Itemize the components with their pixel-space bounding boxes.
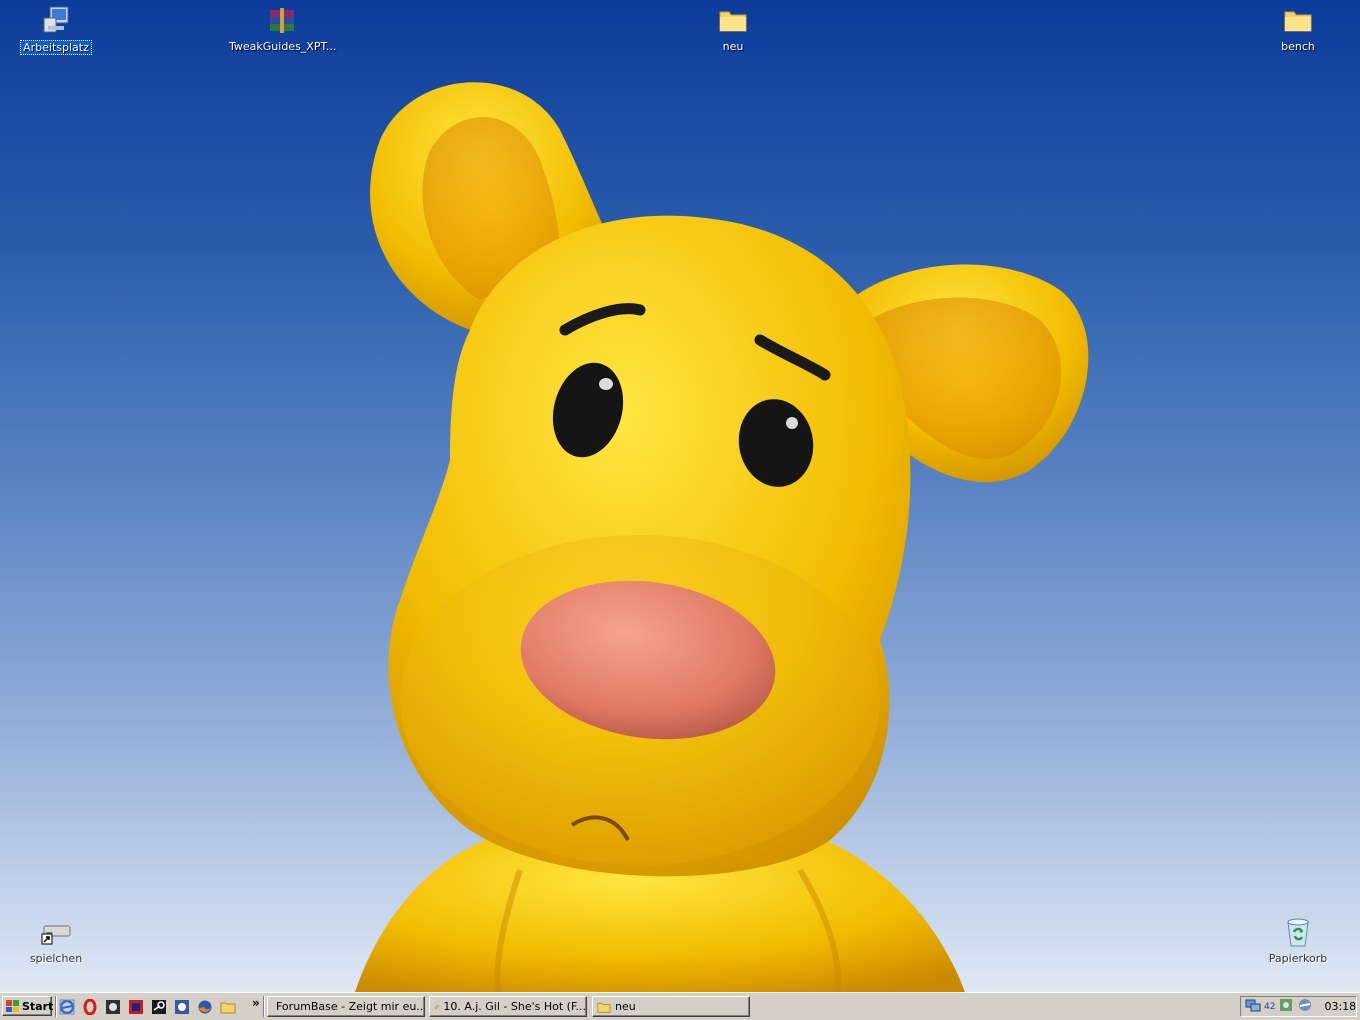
start-button[interactable]: Start [2, 996, 54, 1016]
media-player-icon [434, 1004, 439, 1009]
volume-icon[interactable] [1297, 997, 1313, 1016]
task-button-media-player[interactable]: 10. A.j. Gil - She's Hot (F... [429, 996, 587, 1017]
firefox-icon[interactable] [196, 998, 214, 1016]
folder-icon [1284, 11, 1312, 32]
windows-logo-icon [6, 1000, 19, 1012]
internet-explorer-icon[interactable] [58, 998, 76, 1016]
system-tray: 42 03:18 [1240, 996, 1357, 1017]
winrar-archive-icon [270, 8, 294, 33]
desktop-icon-neu[interactable]: neu [678, 4, 788, 53]
icon-label: bench [1281, 40, 1315, 53]
start-label: Start [22, 999, 54, 1013]
icon-label: TweakGuides_XPT... [229, 40, 337, 53]
opera-icon[interactable] [81, 998, 99, 1016]
taskbar-separator [263, 996, 265, 1017]
desktop-icon-papierkorb[interactable]: Papierkorb [1243, 916, 1353, 965]
taskbar-separator [55, 996, 57, 1017]
driver-icon[interactable] [1278, 997, 1294, 1016]
desktop-icon-tweakguides[interactable]: TweakGuides_XPT... [227, 4, 337, 53]
app-icon[interactable] [104, 998, 122, 1016]
counter-icon[interactable]: 42 [1264, 1002, 1275, 1012]
folder-icon [719, 11, 747, 32]
desktop[interactable]: Arbeitsplatz TweakGuides_XPT... neu benc… [0, 0, 1360, 992]
icon-label: Papierkorb [1268, 952, 1328, 965]
task-button-forumbase[interactable]: ForumBase - Zeigt mir eu... [267, 996, 425, 1017]
folder-icon[interactable] [219, 998, 237, 1016]
recycle-bin-icon [1287, 918, 1309, 947]
quick-launch-more[interactable]: » [252, 996, 260, 1010]
network-icon[interactable] [1245, 997, 1261, 1016]
task-label: ForumBase - Zeigt mir eu... [276, 1000, 425, 1013]
game-icon[interactable] [127, 998, 145, 1016]
steam-icon[interactable] [150, 998, 168, 1016]
clock[interactable]: 03:18 [1324, 1000, 1356, 1013]
task-button-neu[interactable]: neu [592, 996, 750, 1017]
task-label: 10. A.j. Gil - She's Hot (F... [443, 1000, 586, 1013]
quick-launch-bar [58, 997, 237, 1017]
taskbar: Start » ForumBase - Zeigt mir eu... 10. … [0, 992, 1360, 1020]
help-icon[interactable] [173, 998, 191, 1016]
my-computer-icon [43, 6, 69, 33]
desktop-icon-spielchen[interactable]: spielchen [1, 916, 111, 965]
desktop-icon-bench[interactable]: bench [1243, 4, 1353, 53]
icon-label: Arbeitsplatz [20, 40, 92, 55]
task-label: neu [615, 1000, 636, 1013]
folder-icon [597, 1002, 611, 1013]
desktop-icon-arbeitsplatz[interactable]: Arbeitsplatz [1, 4, 111, 55]
icon-label: spielchen [29, 952, 83, 965]
wallpaper-bear-image [355, 82, 1089, 992]
drive-shortcut-icon [41, 925, 71, 945]
icon-label: neu [722, 40, 744, 53]
